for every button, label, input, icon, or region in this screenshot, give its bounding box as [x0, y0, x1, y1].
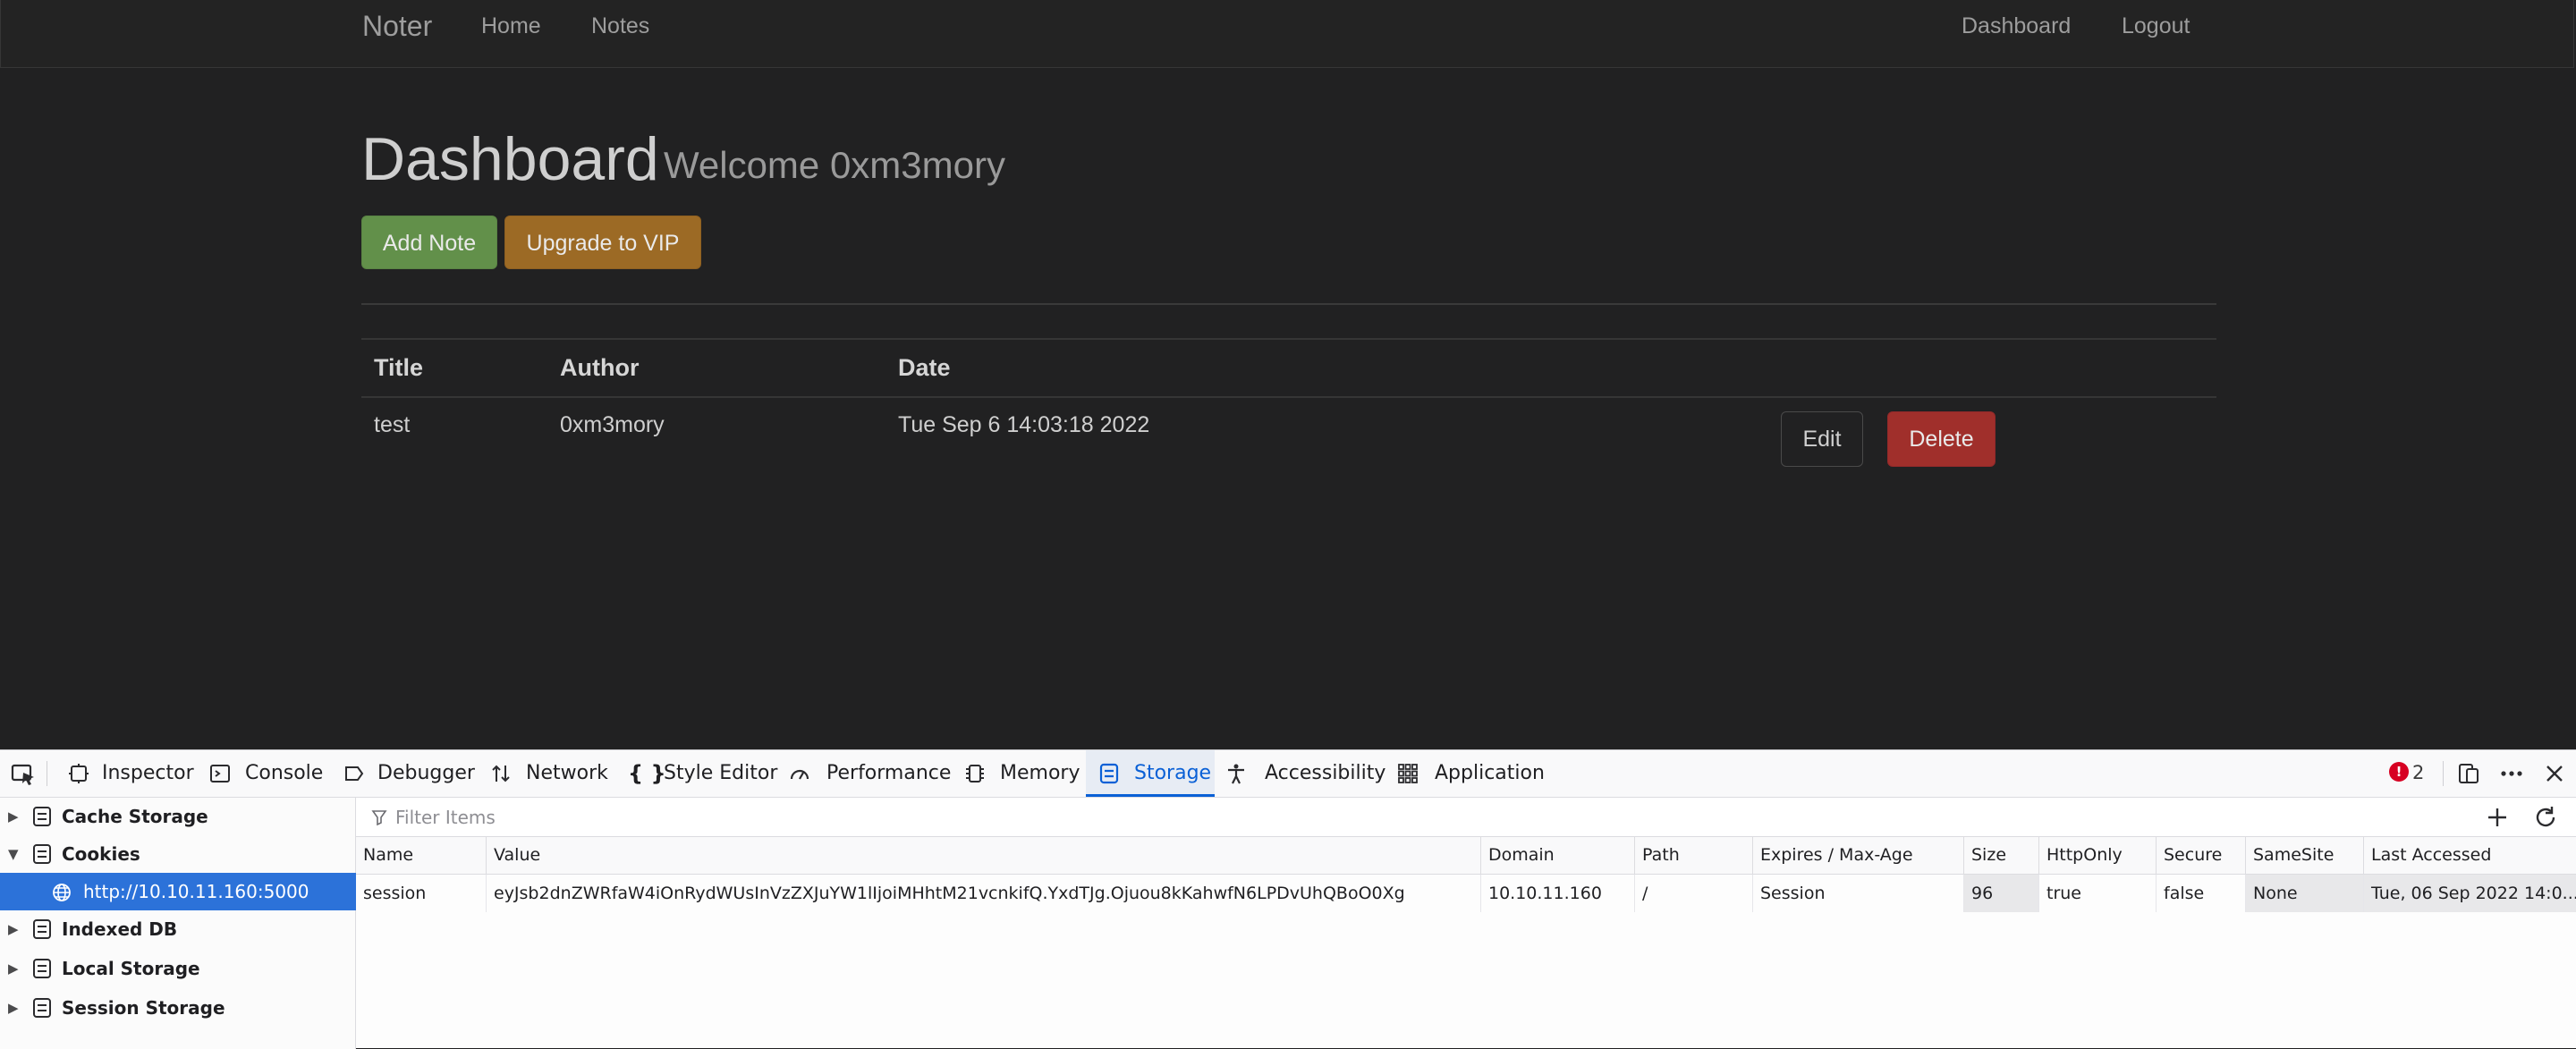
- inspector-icon: [69, 764, 89, 783]
- cookie-samesite: None: [2246, 875, 2364, 912]
- divider: [361, 303, 2216, 305]
- column-value[interactable]: Value: [487, 837, 1481, 874]
- application-icon: [1398, 764, 1418, 783]
- error-icon[interactable]: !: [2389, 762, 2409, 782]
- element-picker-icon[interactable]: [11, 763, 36, 786]
- expand-arrow-icon[interactable]: ▶: [8, 910, 19, 948]
- tab-style-editor[interactable]: { } Style Editor: [623, 750, 784, 797]
- collapse-arrow-icon[interactable]: ▼: [8, 835, 19, 873]
- navbar: Noter Home Notes Dashboard Logout: [0, 0, 2574, 68]
- note-title: test: [374, 412, 411, 437]
- column-secure[interactable]: Secure: [2157, 837, 2246, 874]
- console-icon: [210, 765, 230, 783]
- nav-dashboard-link[interactable]: Dashboard: [1962, 0, 2071, 52]
- error-count[interactable]: 2: [2412, 759, 2424, 786]
- cookie-path[interactable]: /: [1635, 875, 1753, 912]
- column-path[interactable]: Path: [1635, 837, 1753, 874]
- storage-icon: [33, 998, 51, 1018]
- nav-home-link[interactable]: Home: [481, 0, 541, 52]
- tree-item-cookie-host[interactable]: http://10.10.11.160:5000: [0, 873, 356, 910]
- tree-item-local-storage[interactable]: ▶ Local Storage: [0, 950, 356, 987]
- tab-console[interactable]: Console: [202, 750, 336, 797]
- close-icon[interactable]: [2542, 761, 2567, 786]
- devtools-tabbar: Inspector Console Debugger Network { } S…: [0, 750, 2576, 798]
- filter-icon: [371, 810, 387, 825]
- memory-icon: [966, 765, 984, 783]
- cookie-name[interactable]: session: [356, 875, 487, 912]
- column-expires[interactable]: Expires / Max-Age: [1753, 837, 1964, 874]
- network-icon: [492, 765, 510, 783]
- add-note-button[interactable]: Add Note: [361, 216, 497, 269]
- column-size[interactable]: Size: [1964, 837, 2039, 874]
- header-author: Author: [560, 354, 640, 381]
- refresh-icon[interactable]: [2533, 805, 2558, 830]
- edit-note-button[interactable]: Edit: [1781, 411, 1863, 467]
- header-date: Date: [898, 354, 951, 381]
- brand-link[interactable]: Noter: [362, 0, 432, 52]
- cookie-value[interactable]: eyJsb2dnZWRfaW4iOnRydWUsInVzZXJuYW1lIjoi…: [487, 875, 1481, 912]
- devtools-panel: Inspector Console Debugger Network { } S…: [0, 749, 2576, 1049]
- cookie-last-accessed: Tue, 06 Sep 2022 14:0...: [2364, 875, 2576, 912]
- delete-note-button[interactable]: Delete: [1887, 411, 1996, 467]
- add-item-icon[interactable]: [2485, 805, 2510, 830]
- notes-table-header: Title Author Date: [361, 338, 2216, 398]
- storage-icon: [1099, 763, 1119, 784]
- column-httponly[interactable]: HttpOnly: [2039, 837, 2157, 874]
- column-name[interactable]: Name: [356, 837, 487, 874]
- cookie-domain[interactable]: 10.10.11.160: [1481, 875, 1635, 912]
- column-domain[interactable]: Domain: [1481, 837, 1635, 874]
- column-samesite[interactable]: SameSite: [2246, 837, 2364, 874]
- expand-arrow-icon[interactable]: ▶: [8, 950, 19, 987]
- page-title: Dashboard: [361, 125, 659, 193]
- nav-notes-link[interactable]: Notes: [591, 0, 649, 52]
- filter-input[interactable]: [394, 802, 1202, 833]
- separator: [2443, 761, 2444, 786]
- tab-performance[interactable]: Performance: [784, 750, 959, 797]
- upgrade-vip-button[interactable]: Upgrade to VIP: [504, 216, 701, 269]
- accessibility-icon: [1228, 764, 1244, 784]
- tree-item-cookies[interactable]: ▼ Cookies: [0, 835, 356, 873]
- more-options-icon[interactable]: [2499, 761, 2524, 786]
- note-date: Tue Sep 6 14:03:18 2022: [898, 412, 1150, 437]
- tab-inspector[interactable]: Inspector: [54, 750, 202, 797]
- storage-sidebar: ▶ Cache Storage ▼ Cookies http://10.10.1…: [0, 798, 356, 1049]
- table-row[interactable]: session eyJsb2dnZWRfaW4iOnRydWUsInVzZXJu…: [356, 875, 2576, 912]
- cookie-size: 96: [1964, 875, 2039, 912]
- expand-arrow-icon[interactable]: ▶: [8, 798, 19, 835]
- performance-icon: [790, 769, 809, 780]
- responsive-design-icon[interactable]: [2456, 761, 2481, 786]
- column-last-accessed[interactable]: Last Accessed: [2364, 837, 2576, 874]
- expand-arrow-icon[interactable]: ▶: [8, 989, 19, 1027]
- nav-logout-link[interactable]: Logout: [2122, 0, 2190, 52]
- storage-icon: [33, 807, 51, 826]
- header-title: Title: [374, 354, 424, 381]
- style-editor-icon: { }: [628, 761, 666, 786]
- filter-bar: [356, 798, 2576, 837]
- storage-icon: [33, 959, 51, 978]
- globe-icon: [53, 884, 71, 901]
- debugger-icon: [345, 766, 364, 781]
- tree-item-session-storage[interactable]: ▶ Session Storage: [0, 989, 356, 1027]
- tab-accessibility[interactable]: Accessibility: [1220, 750, 1385, 797]
- tab-application[interactable]: Application: [1392, 750, 1553, 797]
- cookie-httponly[interactable]: true: [2039, 875, 2157, 912]
- note-author: 0xm3mory: [560, 412, 665, 437]
- tree-item-cache-storage[interactable]: ▶ Cache Storage: [0, 798, 356, 835]
- tab-memory[interactable]: Memory: [959, 750, 1086, 797]
- cookie-secure[interactable]: false: [2157, 875, 2246, 912]
- page-subtitle: Welcome 0xm3mory: [664, 144, 1005, 186]
- storage-icon: [33, 844, 51, 864]
- tab-debugger[interactable]: Debugger: [336, 750, 483, 797]
- tab-network[interactable]: Network: [483, 750, 623, 797]
- cookie-table-header: Name Value Domain Path Expires / Max-Age…: [356, 837, 2576, 875]
- storage-content: Name Value Domain Path Expires / Max-Age…: [356, 798, 2576, 1049]
- tab-storage[interactable]: Storage: [1086, 750, 1215, 797]
- cookie-expires[interactable]: Session: [1753, 875, 1964, 912]
- tree-item-indexed-db[interactable]: ▶ Indexed DB: [0, 910, 356, 948]
- storage-icon: [33, 919, 51, 939]
- web-page: Noter Home Notes Dashboard Logout Dashbo…: [0, 0, 2576, 749]
